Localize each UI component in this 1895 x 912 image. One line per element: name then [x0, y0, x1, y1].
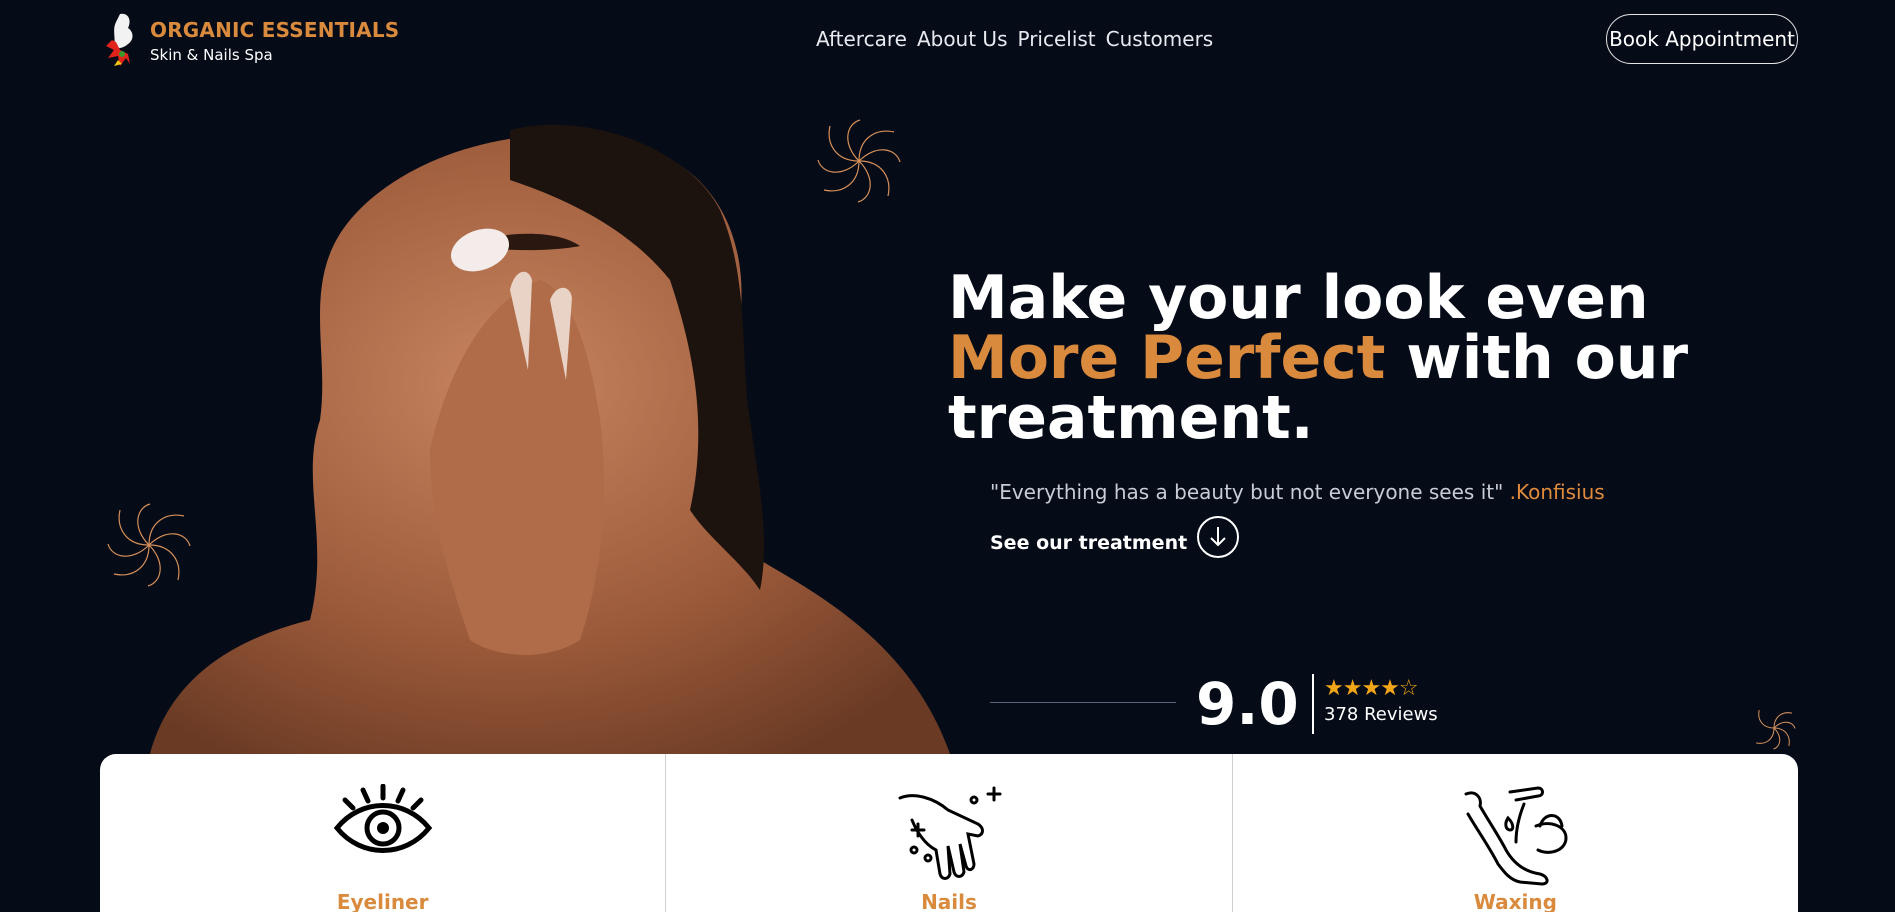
spiral-ornament-icon — [817, 119, 901, 203]
site-header: ORGANIC ESSENTIALS Skin & Nails Spa Afte… — [0, 0, 1895, 80]
eye-icon — [333, 784, 432, 853]
brand[interactable]: ORGANIC ESSENTIALS Skin & Nails Spa — [150, 18, 399, 64]
spiral-ornament-icon — [107, 503, 191, 587]
nav-customers[interactable]: Customers — [1106, 27, 1214, 51]
service-label: Eyeliner — [336, 890, 429, 912]
rating-score: 9.0 — [1196, 670, 1299, 738]
see-treatment-link[interactable]: See our treatment — [990, 516, 1240, 558]
service-label: Waxing — [1473, 890, 1557, 912]
main-nav: Aftercare About Us Pricelist Customers — [816, 27, 1213, 51]
rating-vertical-divider — [1312, 674, 1314, 734]
service-card-nails[interactable]: Nails — [666, 754, 1233, 912]
hand-nails-icon — [898, 786, 1002, 880]
cta-label: See our treatment — [990, 532, 1188, 554]
quote-text: "Everything has a beauty but not everyon… — [990, 480, 1504, 504]
service-label: Nails — [921, 890, 977, 912]
arrow-down-circle-icon[interactable] — [1197, 516, 1240, 558]
rating-divider-line — [990, 702, 1176, 703]
nav-about-us[interactable]: About Us — [917, 27, 1008, 51]
services-strip: Eyeliner Nails Waxing — [100, 754, 1798, 912]
quote-author: .Konfisius — [1503, 480, 1605, 504]
spiral-ornament-icon — [1755, 709, 1796, 750]
hero-portrait-image — [150, 124, 950, 754]
hero-headline: Make your look even More Perfect with ou… — [948, 268, 1748, 448]
hero-quote: "Everything has a beauty but not everyon… — [990, 480, 1605, 504]
brand-title: ORGANIC ESSENTIALS — [150, 18, 400, 42]
book-appointment-button[interactable]: Book Appointment — [1606, 14, 1798, 64]
brand-subtitle: Skin & Nails Spa — [150, 46, 273, 64]
star-rating: ★★★★☆ — [1324, 676, 1419, 701]
service-card-waxing[interactable]: Waxing — [1233, 754, 1798, 912]
nav-pricelist[interactable]: Pricelist — [1017, 27, 1095, 51]
reviews-count: 378 Reviews — [1324, 704, 1438, 725]
leg-waxing-icon — [1464, 786, 1568, 886]
service-card-eyeliner[interactable]: Eyeliner — [100, 754, 667, 912]
nav-aftercare[interactable]: Aftercare — [816, 27, 907, 51]
